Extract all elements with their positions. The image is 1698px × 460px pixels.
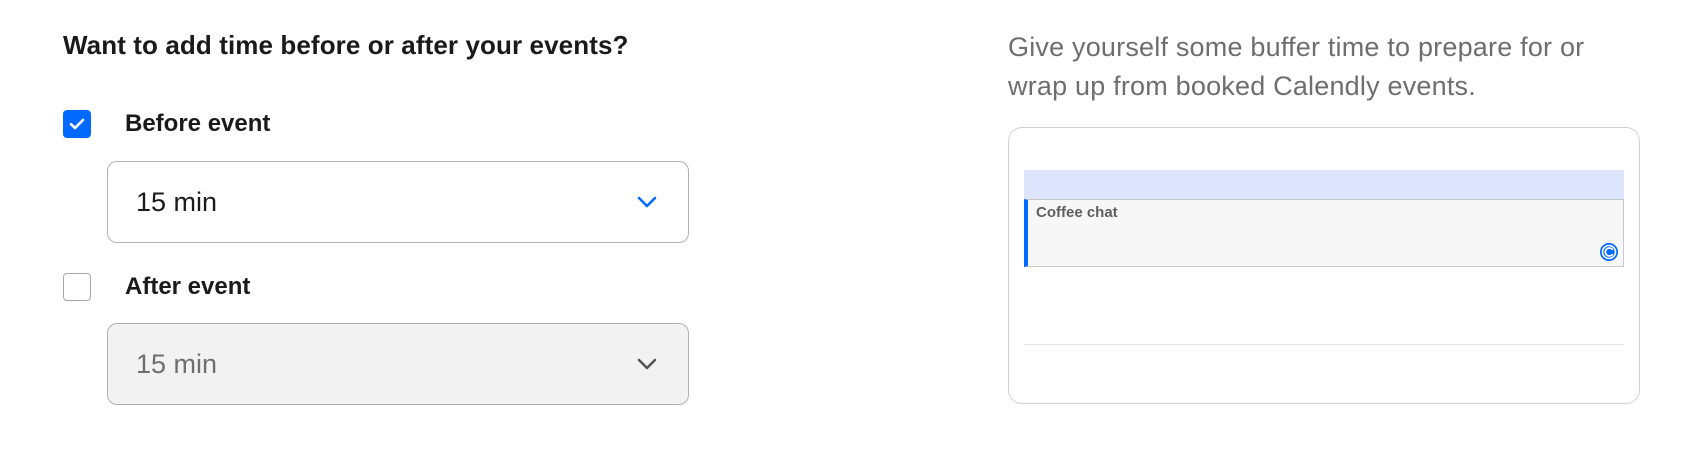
buffer-help-text: Give yourself some buffer time to prepar… [1008,32,1585,101]
event-block: Coffee chat [1024,199,1624,267]
after-event-checkbox[interactable] [63,273,91,301]
before-event-row: Before event [63,110,270,138]
before-event-value: 15 min [136,186,218,217]
event-title: Coffee chat [1036,204,1118,221]
chevron-down-icon [636,357,658,371]
before-event-select[interactable]: 15 min [107,161,689,243]
calendly-logo-icon [1600,243,1618,261]
calendar-preview-card: Coffee chat [1008,127,1640,404]
checkmark-icon [69,118,85,130]
before-event-label[interactable]: Before event [125,110,270,138]
chevron-down-icon [636,195,658,209]
after-event-row: After event [63,273,250,301]
calendar-divider [1024,344,1624,345]
after-event-select[interactable]: 15 min [107,323,689,405]
after-event-label[interactable]: After event [125,273,250,301]
buffer-time-block [1024,170,1624,199]
before-event-checkbox[interactable] [63,110,91,138]
page-heading: Want to add time before or after your ev… [63,30,629,60]
after-event-value: 15 min [136,348,218,379]
